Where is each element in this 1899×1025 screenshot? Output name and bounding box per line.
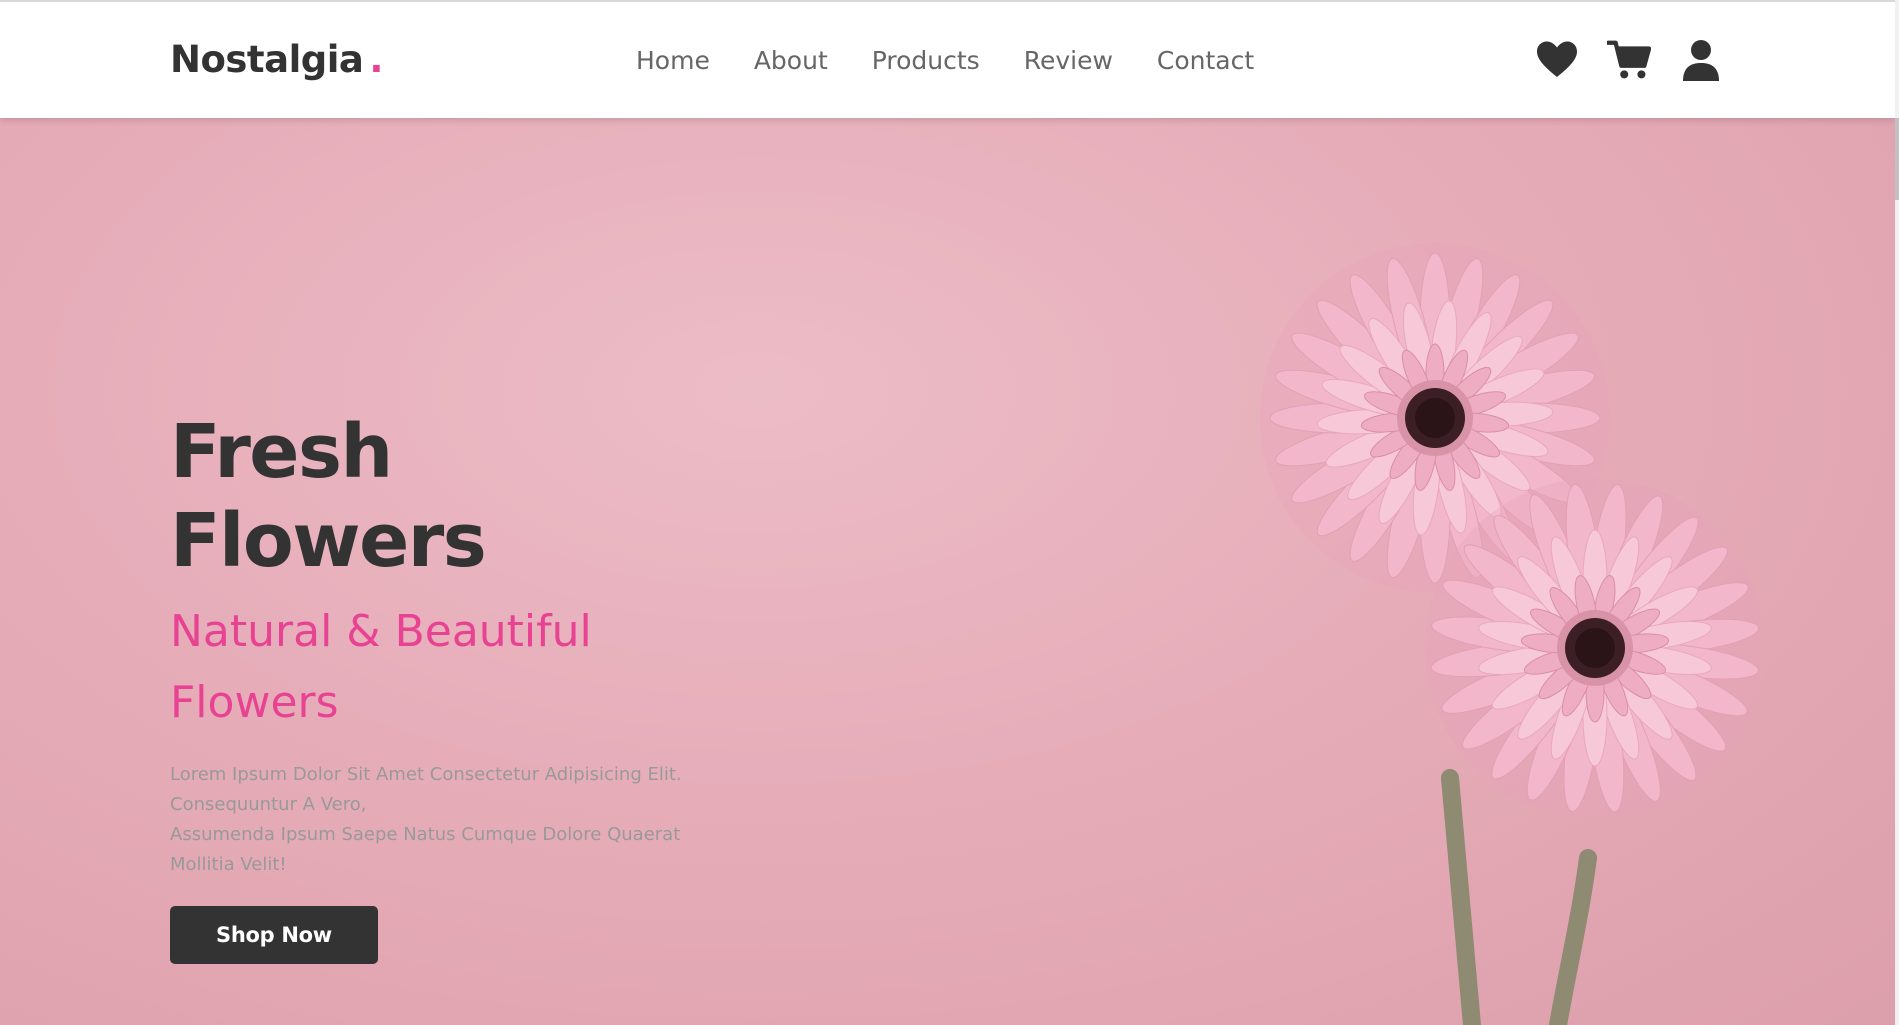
nav-link-contact[interactable]: Contact	[1157, 46, 1254, 75]
hero-description-line-1: Lorem Ipsum Dolor Sit Amet Consectetur A…	[170, 763, 682, 815]
nav-link-home[interactable]: Home	[636, 46, 710, 75]
flower-image	[1260, 243, 1765, 1025]
nav-link-products[interactable]: Products	[872, 46, 980, 75]
user-icon[interactable]	[1679, 38, 1723, 82]
hero-section: Fresh Flowers Natural & Beautiful Flower…	[0, 118, 1895, 1025]
nav-link-about[interactable]: About	[754, 46, 828, 75]
nav-link-review[interactable]: Review	[1024, 46, 1113, 75]
cart-icon[interactable]	[1607, 38, 1651, 82]
heart-icon[interactable]	[1535, 38, 1579, 82]
logo-dot: .	[369, 38, 383, 81]
hero-subtitle: Natural & Beautiful Flowers	[170, 605, 592, 728]
scrollbar-thumb[interactable]	[1895, 118, 1899, 200]
scrollbar[interactable]	[1895, 0, 1899, 1025]
hero-description: Lorem Ipsum Dolor Sit Amet Consectetur A…	[170, 760, 690, 880]
main-nav: Home About Products Review Contact	[636, 46, 1298, 75]
logo-text[interactable]: Nostalgia	[170, 38, 364, 81]
shop-now-button[interactable]: Shop Now	[170, 905, 378, 964]
hero-title: Fresh Flowers	[170, 409, 487, 584]
logo[interactable]: Nostalgia.	[170, 38, 383, 81]
header-icons	[1535, 38, 1723, 82]
hero-content: Fresh Flowers Natural & Beautiful Flower…	[170, 408, 710, 964]
hero-description-line-2: Assumenda Ipsum Saepe Natus Cumque Dolor…	[170, 823, 681, 875]
page: Nostalgia. Home About Products Review Co…	[0, 0, 1899, 1025]
site-header: Nostalgia. Home About Products Review Co…	[0, 0, 1895, 118]
